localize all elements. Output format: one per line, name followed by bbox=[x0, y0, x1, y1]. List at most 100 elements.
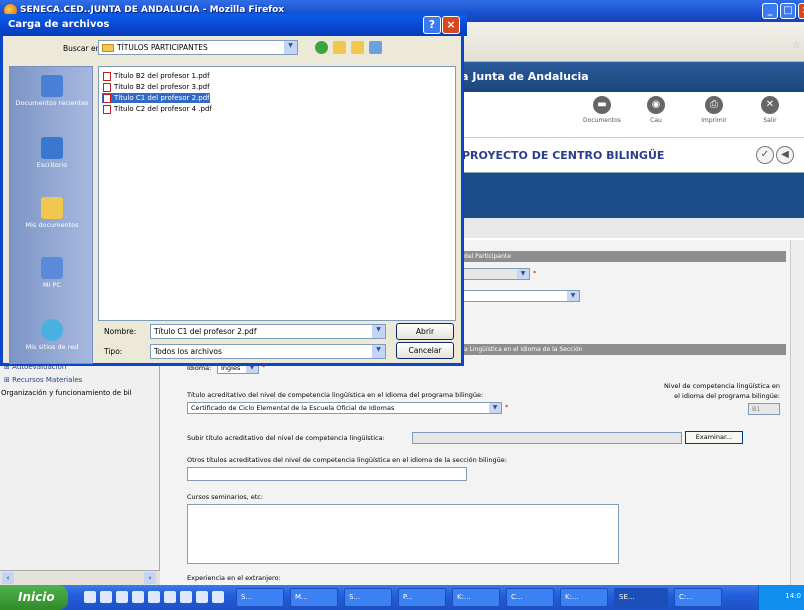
task-button[interactable]: M... bbox=[290, 588, 338, 607]
menu-item-label: Organización y funcionamiento de bil bbox=[1, 389, 132, 397]
site-banner: e la Junta de Andalucia bbox=[440, 62, 804, 92]
chevron-down-icon: ▼ bbox=[489, 403, 501, 413]
titulo-value: Certificado de Ciclo Elemental de la Esc… bbox=[191, 404, 395, 412]
quicklaunch-icon[interactable] bbox=[180, 591, 192, 603]
otros-field[interactable] bbox=[187, 467, 467, 481]
open-button[interactable]: Abrir bbox=[396, 323, 454, 340]
task-button[interactable]: P... bbox=[398, 588, 446, 607]
chevron-down-icon: ▼ bbox=[372, 325, 385, 338]
task-button[interactable]: C:... bbox=[674, 588, 722, 607]
file-item[interactable]: Título B2 del profesor 1.pdf bbox=[102, 71, 210, 81]
task-button[interactable]: K:... bbox=[452, 588, 500, 607]
page-title-bar: PROYECTO DE CENTRO BILINGÜE ✓ ◀ bbox=[440, 137, 804, 173]
required-mark: * bbox=[533, 269, 537, 277]
task-button[interactable]: C... bbox=[506, 588, 554, 607]
up-folder-icon[interactable] bbox=[333, 41, 346, 54]
task-button[interactable]: S... bbox=[236, 588, 284, 607]
quicklaunch-icon[interactable] bbox=[196, 591, 208, 603]
blue-band bbox=[440, 173, 804, 218]
cancel-button[interactable]: Cancelar bbox=[396, 342, 454, 359]
back-icon[interactable]: ◀ bbox=[776, 146, 794, 164]
nivel-label-2: el idioma del programa bilingüe: bbox=[674, 392, 780, 400]
quicklaunch-icon[interactable] bbox=[84, 591, 96, 603]
titulo-select[interactable]: Certificado de Ciclo Elemental de la Esc… bbox=[187, 402, 502, 414]
nivel-field[interactable]: B1 bbox=[748, 403, 780, 415]
pdf-icon bbox=[103, 83, 111, 92]
file-name-input[interactable]: Título C1 del profesor 2.pdf ▼ bbox=[150, 324, 386, 339]
help-icon[interactable]: ? bbox=[423, 16, 441, 34]
lookin-value: TÍTULOS PARTICIPANTES bbox=[117, 43, 208, 52]
my-documents-icon bbox=[41, 197, 63, 219]
file-item[interactable]: Título C2 del profesor 4 .pdf bbox=[102, 104, 212, 114]
print-icon: ⎙ bbox=[705, 96, 723, 114]
quicklaunch-icon[interactable] bbox=[148, 591, 160, 603]
exit-button[interactable]: ✕ Salir bbox=[752, 96, 788, 124]
documents-button[interactable]: ▬ Documentos bbox=[580, 96, 624, 124]
scroll-left-icon[interactable]: ‹ bbox=[2, 572, 14, 584]
file-item-selected[interactable]: Título C1 del profesor 2.pdf bbox=[102, 93, 210, 103]
close-icon[interactable]: × bbox=[798, 3, 804, 19]
section-participant-header: s del Participante bbox=[456, 251, 786, 262]
participant-select-2[interactable]: ▼ bbox=[456, 290, 580, 302]
place-recent[interactable]: Documentos recientes bbox=[10, 75, 94, 107]
file-name: Título B2 del profesor 1.pdf bbox=[114, 72, 210, 80]
chevron-down-icon: ▼ bbox=[517, 269, 529, 279]
close-icon[interactable]: × bbox=[442, 16, 460, 34]
place-network[interactable]: Mis sitios de red bbox=[10, 319, 94, 351]
task-button[interactable]: K:... bbox=[560, 588, 608, 607]
quicklaunch-icon[interactable] bbox=[132, 591, 144, 603]
lookin-combo[interactable]: TÍTULOS PARTICIPANTES ▼ bbox=[98, 40, 298, 55]
menu-item-recursos[interactable]: ⊞ Recursos Materiales bbox=[4, 376, 82, 384]
file-item[interactable]: Título B2 del profesor 3.pdf bbox=[102, 82, 210, 92]
maximize-icon[interactable]: □ bbox=[780, 3, 796, 19]
documents-label: Documentos bbox=[583, 117, 621, 124]
taskbar: Inicio S... M... S... P... K:... C... K:… bbox=[0, 585, 804, 610]
system-tray: 14:0 bbox=[758, 585, 804, 610]
new-folder-icon[interactable] bbox=[351, 41, 364, 54]
star-icon[interactable]: ☆ bbox=[792, 40, 801, 51]
type-label: Tipo: bbox=[104, 347, 123, 356]
nivel-label-1: Nivel de competencia lingüística en bbox=[664, 382, 780, 390]
back-icon[interactable] bbox=[315, 41, 328, 54]
examinar-button[interactable]: Examinar... bbox=[685, 431, 743, 444]
quicklaunch-icon[interactable] bbox=[212, 591, 224, 603]
file-type-select[interactable]: Todos los archivos ▼ bbox=[150, 344, 386, 359]
chevron-down-icon: ▼ bbox=[372, 345, 385, 358]
documents-icon: ▬ bbox=[593, 96, 611, 114]
my-computer-icon bbox=[41, 257, 63, 279]
quicklaunch-icon[interactable] bbox=[164, 591, 176, 603]
page-scrollbar[interactable] bbox=[790, 240, 804, 585]
scroll-right-icon[interactable]: › bbox=[144, 572, 156, 584]
views-menu-icon[interactable] bbox=[369, 41, 382, 54]
place-desktop[interactable]: Escritorio bbox=[10, 137, 94, 169]
dialog-title: Carga de archivos bbox=[8, 19, 110, 30]
place-label: Mis documentos bbox=[25, 221, 79, 229]
task-button-active[interactable]: SE... bbox=[614, 588, 668, 607]
help-icon: ◉ bbox=[647, 96, 665, 114]
upload-path-field[interactable] bbox=[412, 432, 682, 444]
file-name: Título C2 del profesor 4 .pdf bbox=[114, 105, 212, 113]
titulo-label: Título acreditativo del nivel de compete… bbox=[187, 391, 484, 399]
accept-icon[interactable]: ✓ bbox=[756, 146, 774, 164]
file-name: Título B2 del profesor 3.pdf bbox=[114, 83, 210, 91]
quicklaunch-icon[interactable] bbox=[116, 591, 128, 603]
clock: 14:0 bbox=[785, 592, 801, 600]
task-button[interactable]: S... bbox=[344, 588, 392, 607]
minimize-icon[interactable]: _ bbox=[762, 3, 778, 19]
banner-text: e la Junta de Andalucia bbox=[446, 70, 589, 83]
participant-select-1[interactable]: ▼ bbox=[456, 268, 530, 280]
print-button[interactable]: ⎙ Imprimir bbox=[692, 96, 736, 124]
place-mypc[interactable]: Mi PC bbox=[10, 257, 94, 289]
section-competence-header: cia Lingüística en el Idioma de la Secci… bbox=[456, 344, 786, 355]
file-list: Título B2 del profesor 1.pdf Título B2 d… bbox=[98, 66, 456, 321]
menu-item-organizacion[interactable]: Organización y funcionamiento de bil bbox=[1, 389, 132, 397]
dialog-titlebar: Carga de archivos ? × bbox=[0, 14, 467, 36]
cau-button[interactable]: ◉ Cau bbox=[638, 96, 674, 124]
start-button[interactable]: Inicio bbox=[0, 585, 68, 610]
quicklaunch-icon[interactable] bbox=[100, 591, 112, 603]
cursos-textarea[interactable] bbox=[187, 504, 619, 564]
pdf-icon bbox=[103, 105, 111, 114]
left-hscroll[interactable]: ‹ › bbox=[0, 570, 160, 585]
place-mydocuments[interactable]: Mis documentos bbox=[10, 197, 94, 229]
cursos-label: Cursos seminarios, etc: bbox=[187, 493, 264, 501]
